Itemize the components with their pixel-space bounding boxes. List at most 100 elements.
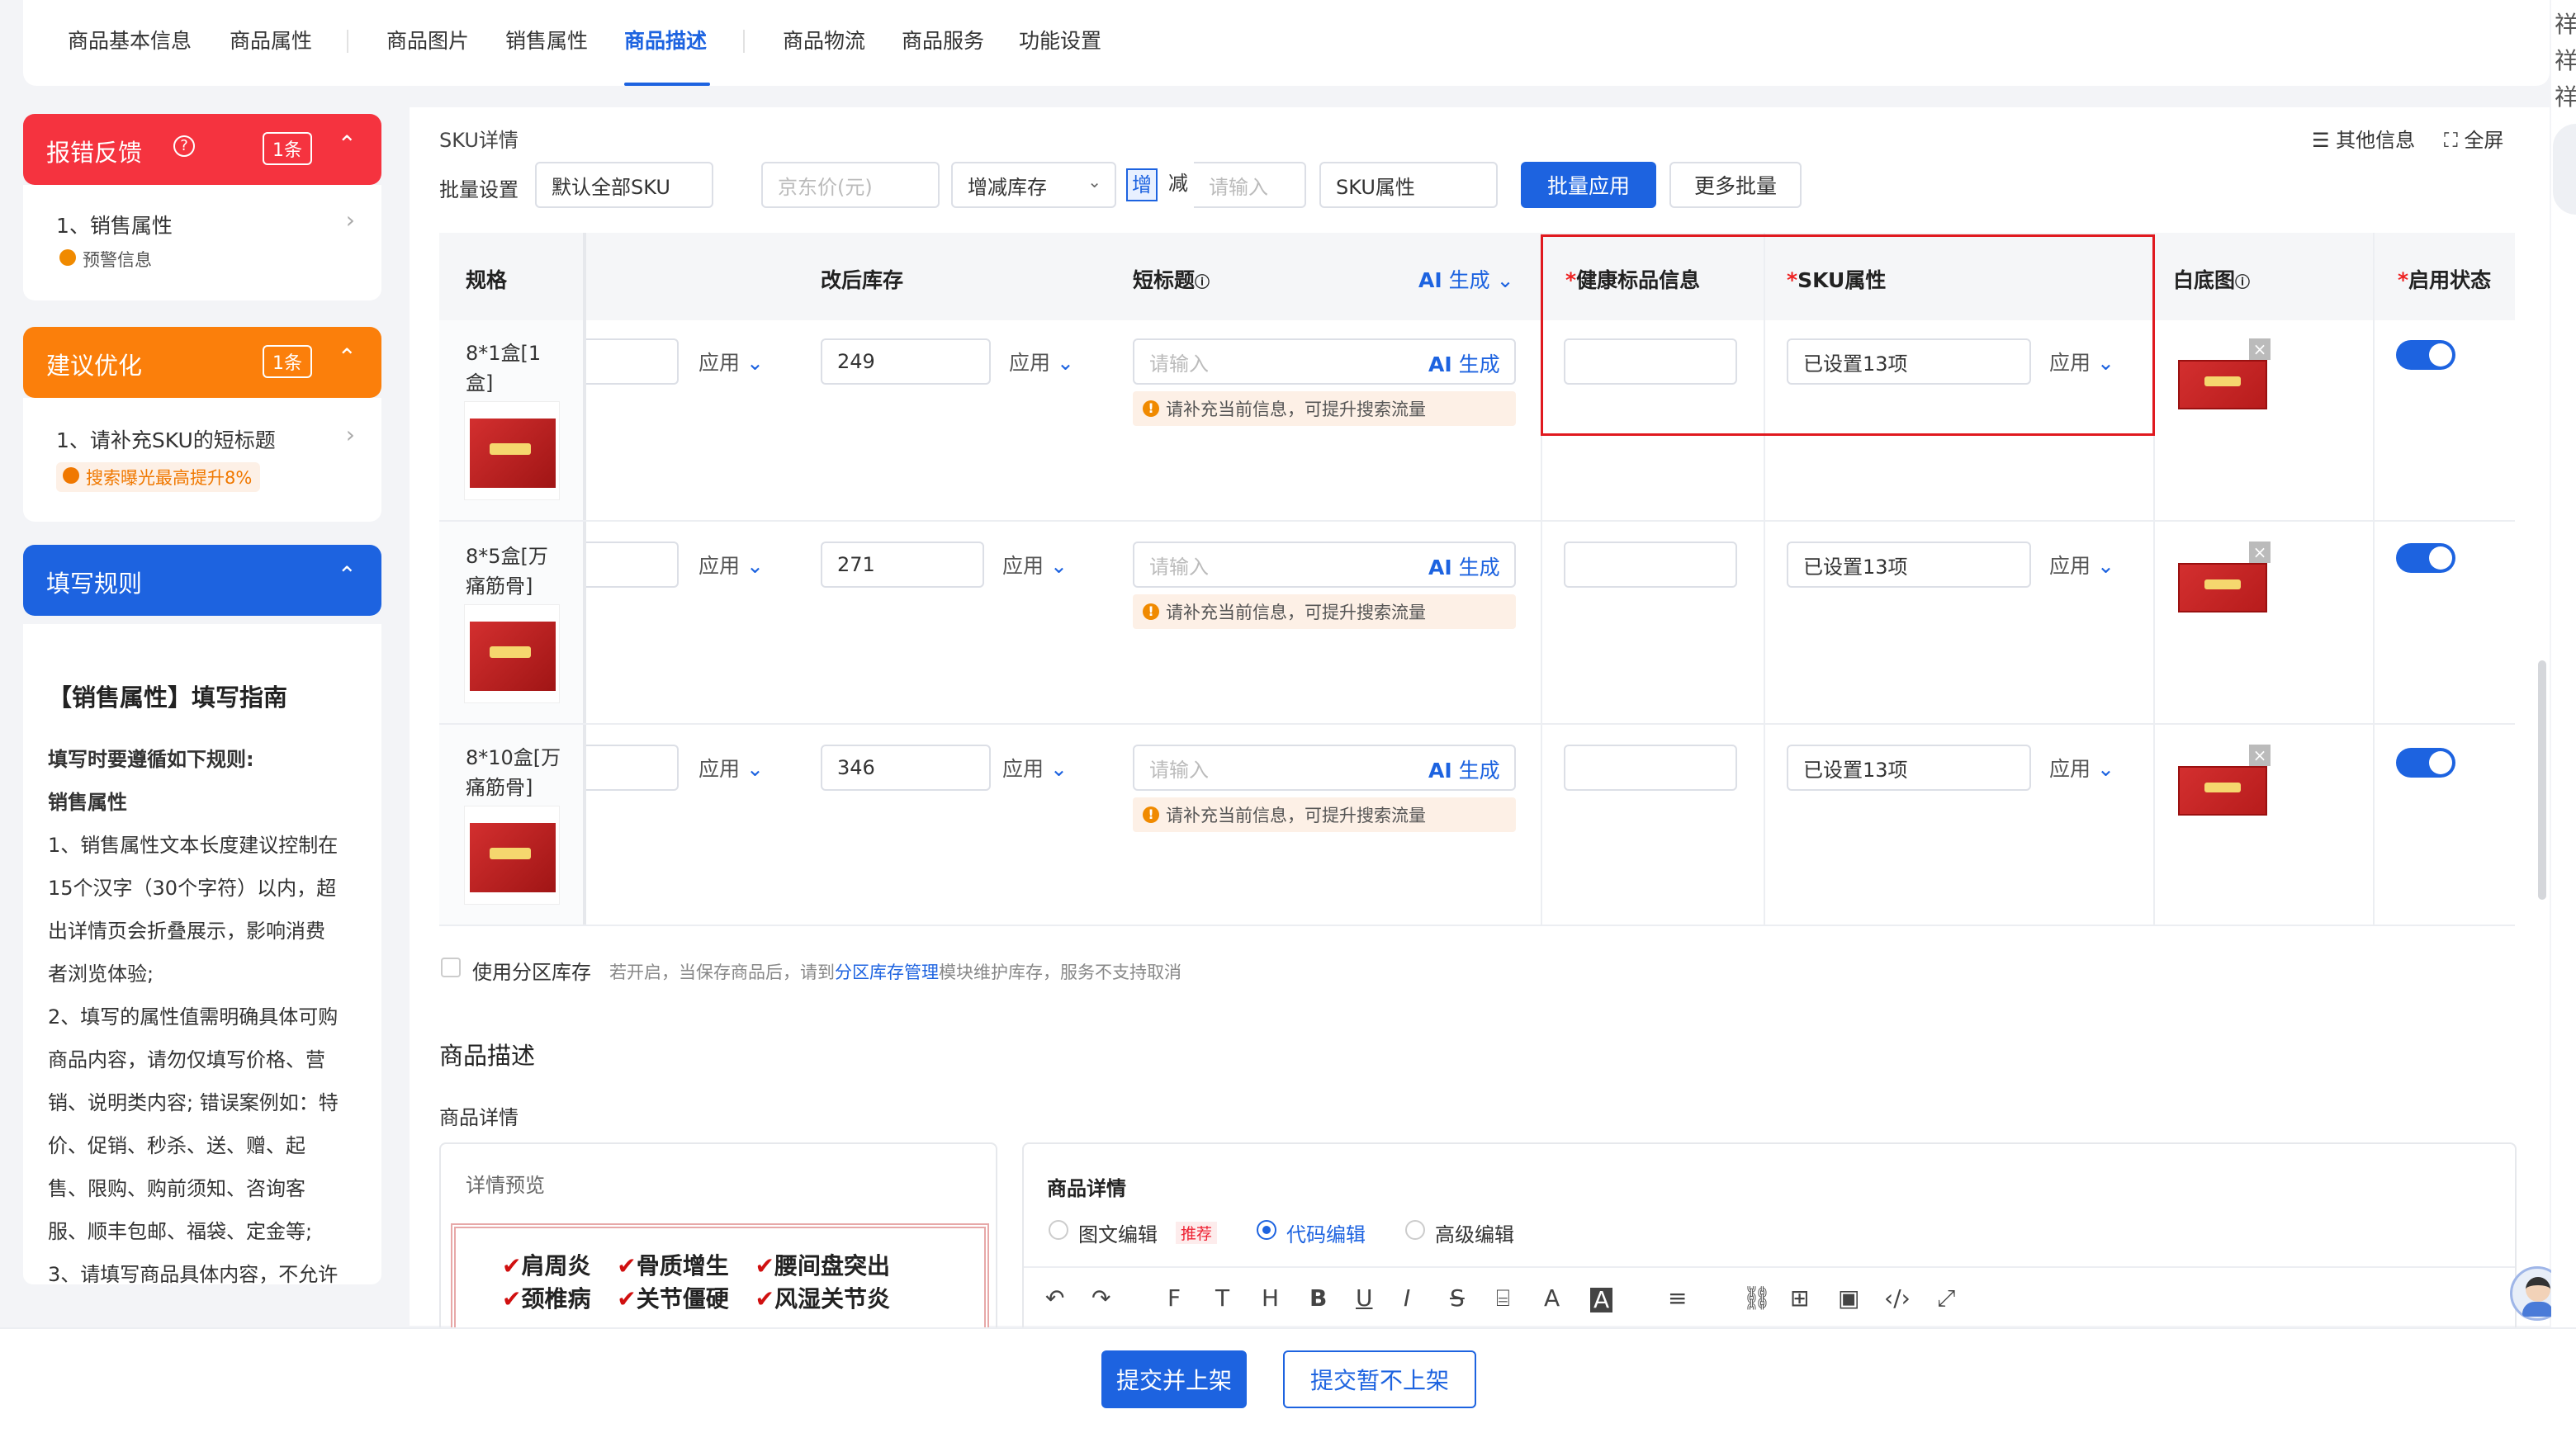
tab-product-attributes[interactable]: 商品属性 [230,25,312,54]
chevron-down-icon: ⌄ [2096,757,2114,781]
health-info-input[interactable] [1564,745,1737,791]
stock-input[interactable]: 249 [821,338,991,385]
rules-line: 15个汉字（30个字符）以内，超 [48,877,337,900]
error-feedback-header[interactable]: 报错反馈 ? 1条 ⌃ [23,114,381,185]
suggest-optimize-header[interactable]: 建议优化 1条 ⌃ [23,327,381,398]
sku-attribute-select[interactable]: SKU属性 [1319,162,1498,208]
heading-icon[interactable]: H [1262,1284,1279,1312]
zone-stock-link[interactable]: 分区库存管理 [835,962,939,982]
error-item[interactable]: 1、销售属性 [56,210,173,239]
zone-stock-checkbox[interactable] [441,958,461,977]
fill-rules-header[interactable]: 填写规则 ⌃ [23,545,381,616]
chevron-right-icon[interactable]: › [346,206,355,234]
close-icon[interactable]: × [2249,338,2271,360]
apply-dropdown[interactable]: 应用 ⌄ [2049,550,2114,579]
white-bg-image[interactable] [2178,563,2267,612]
suggest-item[interactable]: 1、请补充SKU的短标题 [56,424,276,454]
tab-product-description[interactable]: 商品描述 [624,25,707,54]
tab-services[interactable]: 商品服务 [902,25,984,54]
scrollbar-thumb[interactable] [2538,660,2546,900]
sku-attr-input[interactable]: 已设置13项 [1787,745,2031,791]
chevron-up-icon[interactable]: ⌃ [338,343,357,371]
apply-dropdown[interactable]: 应用 ⌄ [698,550,764,579]
mode-radio-code[interactable] [1257,1220,1276,1240]
price-field-partial[interactable] [586,542,679,588]
rules-line: 商品内容，请勿仅填写价格、营 [48,1048,325,1071]
enable-toggle[interactable] [2396,340,2455,370]
stock-amount-input[interactable]: 请输入 [1194,162,1306,208]
tab-sales-attributes[interactable]: 销售属性 [505,25,588,54]
submit-no-list-button[interactable]: 提交暂不上架 [1283,1350,1476,1408]
fullscreen-button[interactable]: ⛶ 全屏 [2444,124,2503,153]
health-info-input[interactable] [1564,542,1737,588]
chevron-right-icon[interactable]: › [346,421,355,448]
chevron-up-icon[interactable]: ⌃ [338,130,357,158]
batch-sku-select[interactable]: 默认全部SKU [535,162,713,208]
other-info-button[interactable]: ☰ 其他信息 [2312,124,2415,153]
code-icon[interactable]: ‹/› [1884,1284,1911,1312]
apply-dropdown[interactable]: 应用 ⌄ [1002,753,1068,783]
more-batch-button[interactable]: 更多批量 [1669,162,1802,208]
price-field-partial[interactable] [586,745,679,791]
batch-apply-button[interactable]: 批量应用 [1521,162,1656,208]
table-icon[interactable]: ⊞ [1790,1284,1809,1312]
price-input[interactable]: 京东价(元) [761,162,940,208]
chevron-up-icon[interactable]: ⌃ [338,561,357,589]
enable-toggle[interactable] [2396,748,2455,778]
strikethrough-icon[interactable]: S [1450,1284,1465,1312]
price-field-partial[interactable] [586,338,679,385]
mode-radio-advanced[interactable] [1405,1220,1425,1240]
tab-basic-info[interactable]: 商品基本信息 [68,25,192,54]
undo-icon[interactable]: ↶ [1045,1284,1064,1312]
side-handle[interactable] [2553,124,2576,215]
expand-icon[interactable]: ⤢ [1937,1284,1955,1312]
italic-icon[interactable]: I [1404,1284,1410,1312]
apply-dropdown[interactable]: 应用 ⌄ [698,347,764,376]
ai-generate-button[interactable]: AI 生成 [1428,754,1500,784]
help-icon: ? [173,135,195,157]
ai-generate-dropdown[interactable]: AI 生成 ⌄ [1418,264,1514,294]
font-color-icon[interactable]: A [1544,1284,1560,1312]
stock-mode-select[interactable]: 增减库存 ⌄ [951,162,1116,208]
close-icon[interactable]: × [2249,745,2271,766]
close-icon[interactable]: × [2249,542,2271,563]
apply-dropdown[interactable]: 应用 ⌄ [698,753,764,783]
detail-preview-panel: 详情预览 ✔肩周炎 ✔骨质增生 ✔腰间盘突出 ✔颈椎病 ✔关节僵硬 ✔风湿关节炎 [439,1142,997,1327]
tab-logistics[interactable]: 商品物流 [783,25,865,54]
generate-label: 生成 [1458,352,1500,376]
short-title-warning: ! 请补充当前信息，可提升搜索流量 [1133,594,1516,629]
apply-label: 应用 [1002,554,1044,578]
submit-and-list-button[interactable]: 提交并上架 [1101,1350,1247,1408]
redo-icon[interactable]: ↷ [1091,1284,1110,1312]
apply-dropdown[interactable]: 应用 ⌄ [2049,753,2114,783]
sku-attr-input[interactable]: 已设置13项 [1787,542,2031,588]
ai-generate-button[interactable]: AI 生成 [1428,551,1500,581]
white-bg-image[interactable] [2178,360,2267,409]
increase-toggle[interactable]: 增 [1126,168,1158,201]
tab-product-images[interactable]: 商品图片 [386,25,469,54]
link-icon[interactable]: ⛓ [1742,1284,1772,1312]
mode-label: 代码编辑 [1286,1223,1366,1246]
apply-dropdown[interactable]: 应用 ⌄ [1002,550,1068,579]
bold-icon[interactable]: B [1309,1284,1327,1312]
text-icon[interactable]: T [1215,1284,1229,1312]
decrease-toggle[interactable]: 减 [1163,168,1194,201]
stock-input[interactable]: 271 [821,542,984,588]
row-divider [439,925,2515,926]
stock-input[interactable]: 346 [821,745,991,791]
image-icon[interactable]: ▣ [1838,1284,1859,1312]
mode-radio-richtext[interactable] [1049,1220,1068,1240]
bg-color-icon[interactable]: A [1590,1288,1613,1312]
format-icon[interactable]: ⌸ [1496,1284,1510,1312]
column-header-white-image: 白底图ⓘ [2173,264,2250,294]
tab-function-settings[interactable]: 功能设置 [1019,25,1101,54]
underline-icon[interactable]: U [1356,1284,1373,1312]
enable-toggle[interactable] [2396,543,2455,573]
chevron-down-icon: ⌄ [1489,268,1514,292]
warning-text: 请补充当前信息，可提升搜索流量 [1166,806,1426,825]
align-icon[interactable]: ≡ [1668,1284,1687,1312]
white-bg-image[interactable] [2178,766,2267,816]
apply-dropdown[interactable]: 应用 ⌄ [1009,347,1074,376]
font-icon[interactable]: F [1167,1284,1181,1312]
ai-generate-button[interactable]: AI 生成 [1428,348,1500,378]
